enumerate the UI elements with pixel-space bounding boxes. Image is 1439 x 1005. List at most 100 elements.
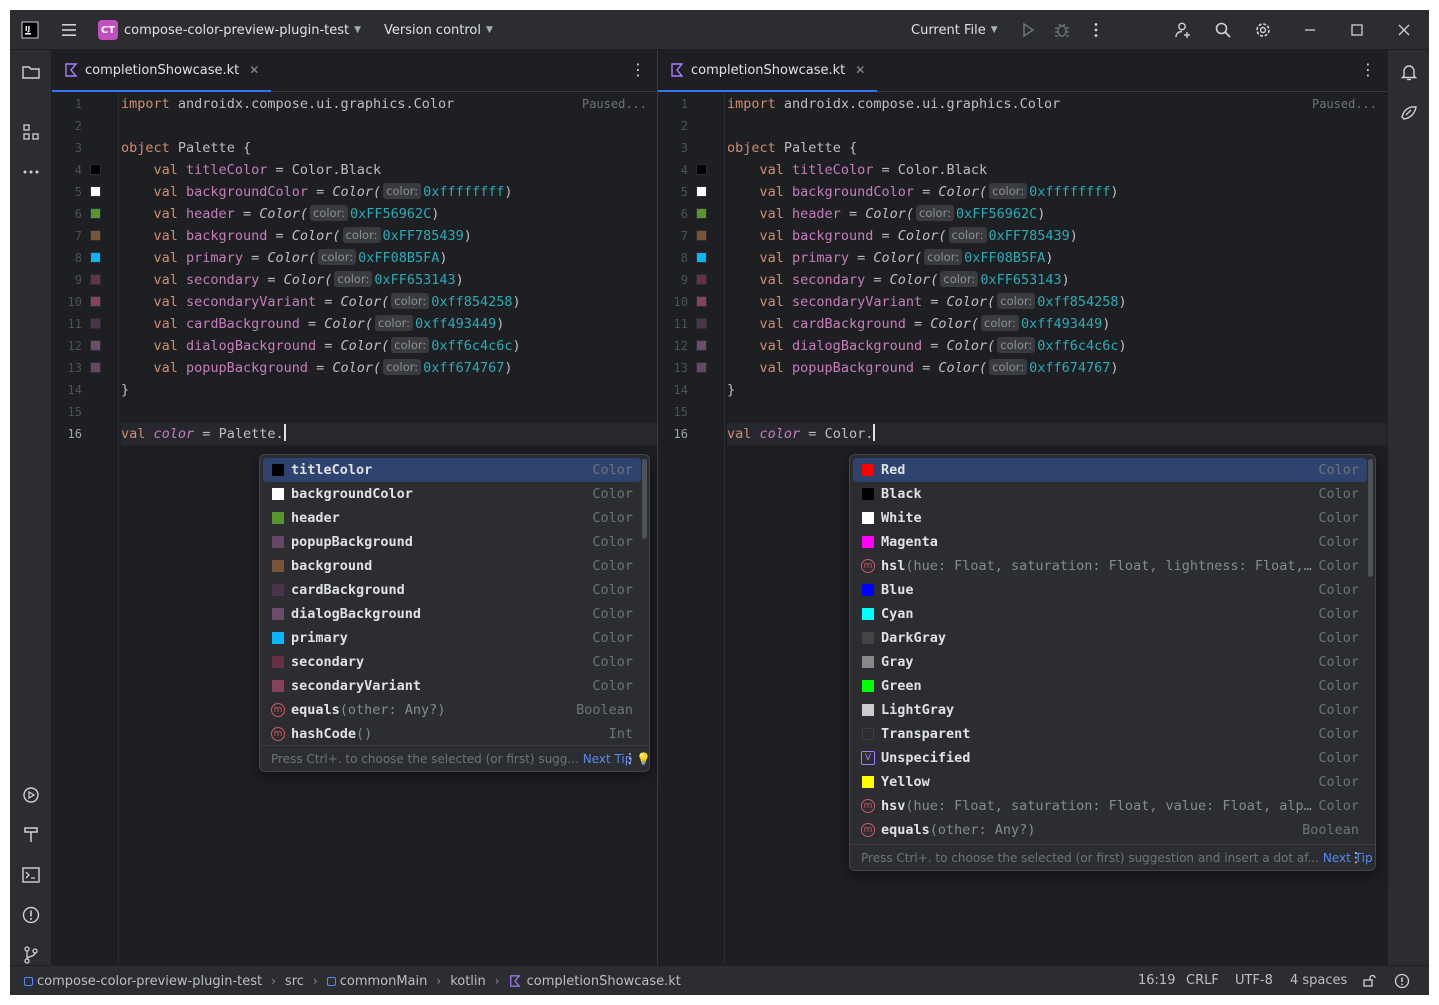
color-swatch[interactable] (696, 186, 707, 197)
warning-icon[interactable] (1394, 973, 1410, 989)
debug-icon[interactable] (1050, 18, 1074, 42)
completion-item[interactable]: m hsl(hue: Float, saturation: Float, ligh… (853, 554, 1367, 578)
color-swatch[interactable] (90, 362, 101, 373)
app-logo-icon[interactable]: IJ (18, 18, 42, 42)
gear-icon[interactable] (1251, 18, 1275, 42)
folder-icon[interactable] (19, 60, 43, 84)
git-icon[interactable] (19, 943, 43, 967)
color-swatch[interactable] (90, 164, 101, 175)
completion-item[interactable]: header Color (263, 506, 641, 530)
color-swatch[interactable] (90, 230, 101, 241)
breadcrumb-item[interactable]: kotlin (450, 974, 486, 989)
completion-item[interactable]: secondaryVariant Color (263, 674, 641, 698)
popup-scrollbar[interactable] (642, 459, 647, 539)
color-swatch[interactable] (696, 164, 707, 175)
completion-item[interactable]: m hsv(hue: Float, saturation: Float, valu… (853, 794, 1367, 818)
line-separator[interactable]: CRLF (1186, 966, 1219, 995)
completion-item[interactable]: popupBackground Color (263, 530, 641, 554)
completion-item[interactable]: titleColor Color (263, 458, 641, 482)
tab-completion-showcase[interactable]: completionShowcase.kt ✕ (658, 50, 878, 92)
color-swatch[interactable] (90, 274, 101, 285)
completion-item[interactable]: dialogBackground Color (263, 602, 641, 626)
completion-popup[interactable]: m hashCode() Int m equals(other: Any?) Boolea… (259, 454, 650, 772)
color-swatch[interactable] (696, 230, 707, 241)
run-icon[interactable] (1016, 18, 1040, 42)
popup-scrollbar[interactable] (1368, 459, 1373, 577)
main-menu-icon[interactable] (57, 18, 81, 42)
completion-popup[interactable]: m equals(other: Any?) Boolean m hsv(hue: Flo… (849, 454, 1376, 871)
color-swatch[interactable] (90, 296, 101, 307)
maximize-icon[interactable] (1345, 18, 1369, 42)
completion-item[interactable]: Gray Color (853, 650, 1367, 674)
completion-item[interactable]: Red Color (853, 458, 1367, 482)
search-icon[interactable] (1211, 18, 1235, 42)
completion-item[interactable]: White Color (853, 506, 1367, 530)
color-swatch[interactable] (696, 362, 707, 373)
hex-value: 0xFF08B5FA (964, 250, 1046, 266)
completion-item[interactable]: backgroundColor Color (263, 482, 641, 506)
color-swatch[interactable] (696, 252, 707, 263)
completion-item[interactable]: m hashCode() Int (263, 722, 641, 746)
completion-item[interactable]: background Color (263, 554, 641, 578)
breadcrumb-item[interactable]: commonMain (326, 974, 427, 989)
tab-options-icon[interactable]: ⋮ (1359, 62, 1377, 80)
color-swatch[interactable] (696, 296, 707, 307)
color-swatch[interactable] (696, 318, 707, 329)
minimize-icon[interactable] (1298, 18, 1322, 42)
tab-options-icon[interactable]: ⋮ (629, 62, 647, 80)
completion-item[interactable]: m equals(other: Any?) Boolean (263, 698, 641, 722)
problems-icon[interactable] (19, 903, 43, 927)
run-tool-icon[interactable] (19, 783, 43, 807)
terminal-icon[interactable] (19, 863, 43, 887)
completion-item[interactable]: Transparent Color (853, 722, 1367, 746)
close-icon[interactable] (1392, 18, 1416, 42)
breadcrumb-item[interactable]: compose-color-preview-plugin-test (24, 974, 262, 989)
structure-icon[interactable] (19, 120, 43, 144)
caret-position[interactable]: 16:19 (1138, 966, 1175, 995)
completion-item[interactable]: Black Color (853, 482, 1367, 506)
file-encoding[interactable]: UTF-8 (1235, 966, 1273, 995)
notifications-icon[interactable] (1397, 60, 1421, 84)
completion-item[interactable]: Magenta Color (853, 530, 1367, 554)
completion-item[interactable]: Cyan Color (853, 602, 1367, 626)
color-swatch[interactable] (90, 340, 101, 351)
vcs-selector[interactable]: Version control ▼ (384, 10, 493, 50)
color-swatch[interactable] (90, 186, 101, 197)
color-swatch[interactable] (696, 208, 707, 219)
build-icon[interactable] (19, 823, 43, 847)
color-swatch[interactable] (696, 274, 707, 285)
completion-name: backgroundColor (291, 482, 413, 506)
more-actions-icon[interactable] (1084, 18, 1108, 42)
lock-icon[interactable] (1362, 974, 1376, 988)
completion-item[interactable]: primary Color (263, 626, 641, 650)
add-user-icon[interactable] (1171, 18, 1195, 42)
completion-item[interactable]: m equals(other: Any?) Boolean (853, 818, 1367, 842)
completion-item[interactable]: Yellow Color (853, 770, 1367, 794)
completion-item[interactable]: secondary Color (263, 650, 641, 674)
color-swatch[interactable] (90, 208, 101, 219)
breadcrumb-item[interactable]: src (285, 974, 304, 989)
completion-item[interactable]: DarkGray Color (853, 626, 1367, 650)
completion-params: (other: Any?) (929, 822, 1036, 838)
popup-options-icon[interactable]: ⋮ (1349, 845, 1363, 870)
completion-item[interactable]: Green Color (853, 674, 1367, 698)
completion-item[interactable]: V Unspecified Color (853, 746, 1367, 770)
completion-item[interactable]: cardBackground Color (263, 578, 641, 602)
color-swatch[interactable] (90, 318, 101, 329)
next-tip-link[interactable]: Next Tip (1323, 851, 1373, 865)
color-swatch[interactable] (90, 252, 101, 263)
color-swatch[interactable] (696, 340, 707, 351)
breadcrumb-item[interactable]: completionShowcase.kt (509, 974, 681, 989)
close-tab-icon[interactable]: ✕ (249, 63, 259, 77)
completion-item[interactable]: Blue Color (853, 578, 1367, 602)
project-selector[interactable]: CT compose-color-preview-plugin-test ▼ (98, 10, 361, 50)
popup-options-icon[interactable]: ⋮ (623, 746, 637, 771)
completion-item[interactable]: LightGray Color (853, 698, 1367, 722)
tab-completion-showcase[interactable]: completionShowcase.kt ✕ (52, 50, 272, 92)
indent-setting[interactable]: 4 spaces (1290, 966, 1347, 995)
more-tools-icon[interactable] (19, 160, 43, 184)
line-number: 8 (74, 251, 82, 265)
close-tab-icon[interactable]: ✕ (855, 63, 865, 77)
run-config-selector[interactable]: Current File ▼ (911, 10, 998, 50)
ai-assistant-icon[interactable] (1397, 100, 1421, 124)
